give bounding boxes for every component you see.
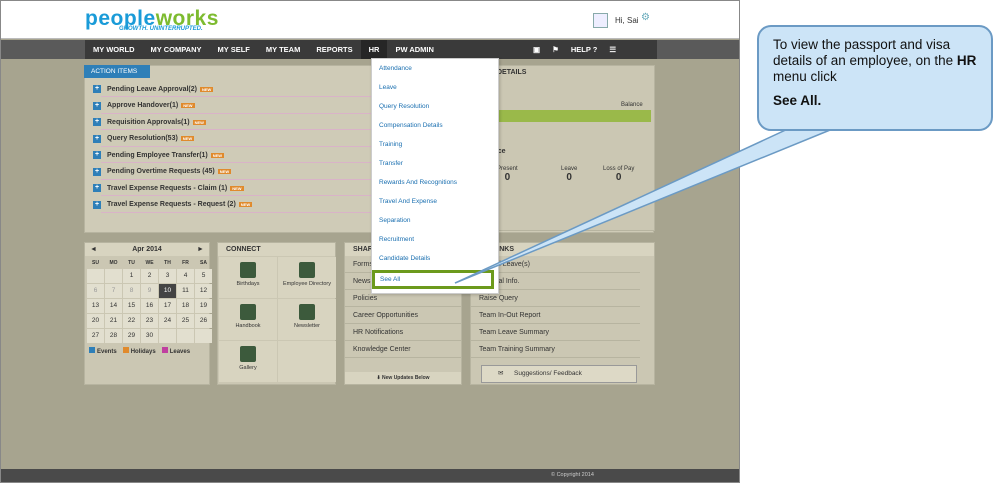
instruction-callout: To view the passport and visa details of… — [757, 25, 993, 131]
